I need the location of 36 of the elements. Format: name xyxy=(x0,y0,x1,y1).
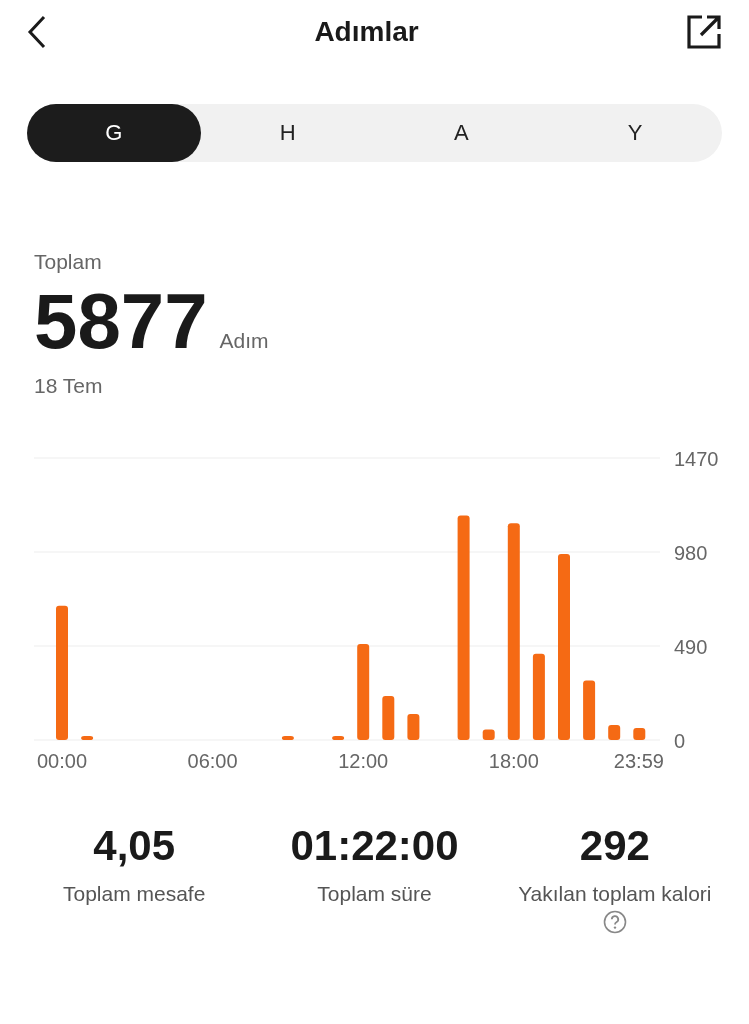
help-icon[interactable] xyxy=(602,910,627,934)
step-bar xyxy=(482,729,495,740)
x-tick-label: 23:59 xyxy=(613,750,664,768)
step-bar xyxy=(332,736,345,740)
step-count: 5877 xyxy=(34,282,208,360)
step-bar xyxy=(407,714,420,740)
period-tab[interactable]: G xyxy=(27,104,201,162)
y-tick-label: 980 xyxy=(674,542,708,564)
y-tick-label: 1470 xyxy=(674,448,719,470)
stat-label: Toplam mesafe xyxy=(62,882,206,906)
x-tick-label: 12:00 xyxy=(338,750,389,768)
total-label: Toplam xyxy=(34,250,103,274)
stat-label: Toplam süre xyxy=(317,882,432,906)
stat-value: 292 xyxy=(579,822,650,870)
step-bar xyxy=(583,680,596,740)
step-bar xyxy=(608,725,621,740)
y-tick-label: 490 xyxy=(674,636,708,658)
stat-value: 4,05 xyxy=(93,822,176,870)
step-bar xyxy=(281,736,294,740)
x-tick-label: 18:00 xyxy=(488,750,539,768)
step-unit: Adım xyxy=(219,329,269,353)
page-title: Adımlar xyxy=(314,16,419,48)
period-tab[interactable]: A xyxy=(374,104,549,162)
x-tick-label: 00:00 xyxy=(36,750,88,768)
step-bar xyxy=(633,727,646,740)
share-icon[interactable] xyxy=(686,14,722,50)
x-tick-label: 06:00 xyxy=(187,750,238,768)
stat-value: 01:22:00 xyxy=(290,822,459,870)
y-tick-label: 0 xyxy=(674,730,686,752)
date-label: 18 Tem xyxy=(34,374,104,398)
period-tab[interactable]: Y xyxy=(548,104,722,162)
period-tab[interactable]: H xyxy=(200,104,375,162)
stat-label: Yakılan toplam kalori xyxy=(518,882,712,906)
step-bar xyxy=(81,736,94,740)
step-bar xyxy=(382,695,395,740)
back-icon[interactable] xyxy=(27,15,47,49)
